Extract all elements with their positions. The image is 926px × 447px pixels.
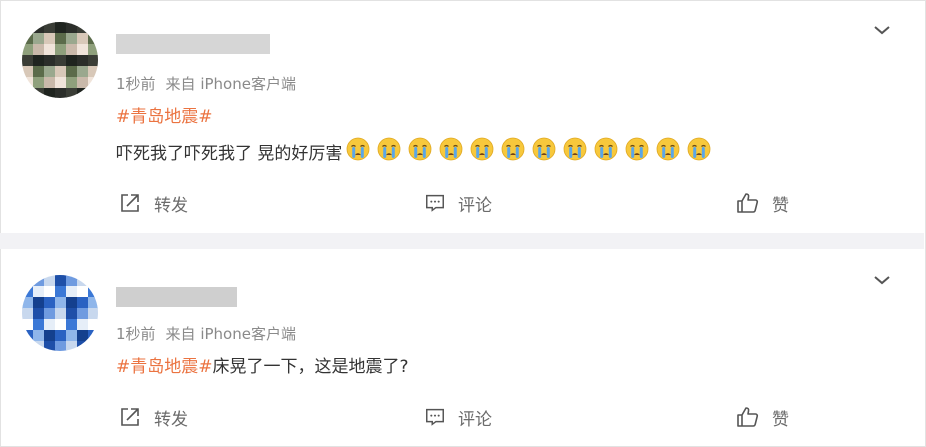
username-pixelated[interactable] xyxy=(116,287,237,307)
post-separator xyxy=(0,233,924,249)
forward-label: 转发 xyxy=(154,409,188,430)
post-time[interactable]: 1秒前 xyxy=(116,75,156,93)
post-text: 吓死我了吓死我了 晃的好厉害 xyxy=(116,144,343,164)
like-button[interactable]: 赞 xyxy=(736,402,789,432)
comment-label: 评论 xyxy=(458,195,492,216)
weibo-post: 1秒前 来自 iPhone客户端 #青岛地震# 吓死我了吓死我了 晃的好厉害 转发… xyxy=(0,0,924,233)
crying-face-icon xyxy=(408,137,432,161)
like-label: 赞 xyxy=(772,195,789,216)
hashtag-link[interactable]: #青岛地震# xyxy=(116,102,213,127)
forward-button[interactable]: 转发 xyxy=(118,402,188,432)
post-content: #青岛地震# 床晃了一下，这是地震了? xyxy=(116,352,409,377)
comment-button[interactable]: 评论 xyxy=(424,188,492,218)
post-source: 来自 iPhone客户端 xyxy=(165,75,296,93)
crying-face-icon xyxy=(625,137,649,161)
crying-face-icon xyxy=(532,137,556,161)
chevron-down-icon[interactable] xyxy=(872,20,892,40)
crying-face-icon xyxy=(377,137,401,161)
crying-face-icon xyxy=(439,137,463,161)
crying-face-icon xyxy=(470,137,494,161)
forward-button[interactable]: 转发 xyxy=(118,188,188,218)
username-pixelated[interactable] xyxy=(116,34,270,54)
crying-face-icon xyxy=(687,137,711,161)
avatar[interactable] xyxy=(22,22,98,98)
avatar[interactable] xyxy=(22,275,98,351)
post-meta: 1秒前 来自 iPhone客户端 xyxy=(116,73,296,94)
share-icon xyxy=(121,194,139,212)
post-text: 床晃了一下，这是地震了? xyxy=(212,357,409,377)
comment-icon xyxy=(426,408,444,426)
hashtag-link[interactable]: #青岛地震# xyxy=(116,352,213,377)
post-source: 来自 iPhone客户端 xyxy=(165,325,296,343)
forward-label: 转发 xyxy=(154,195,188,216)
chevron-down-icon[interactable] xyxy=(872,270,892,290)
post-meta: 1秒前 来自 iPhone客户端 xyxy=(116,323,296,344)
weibo-post: 1秒前 来自 iPhone客户端 #青岛地震# 床晃了一下，这是地震了? 转发 评论… xyxy=(0,249,924,445)
like-label: 赞 xyxy=(772,409,789,430)
post-content: 吓死我了吓死我了 晃的好厉害 xyxy=(116,137,718,166)
share-icon xyxy=(121,408,139,426)
crying-face-icon xyxy=(656,137,680,161)
comment-label: 评论 xyxy=(458,409,492,430)
thumbs-up-icon xyxy=(737,407,759,427)
emoji-row xyxy=(346,137,718,166)
comment-button[interactable]: 评论 xyxy=(424,402,492,432)
crying-face-icon xyxy=(501,137,525,161)
post-time[interactable]: 1秒前 xyxy=(116,325,156,343)
action-bar: 转发 评论 赞 xyxy=(0,402,924,432)
crying-face-icon xyxy=(346,137,370,161)
crying-face-icon xyxy=(594,137,618,161)
crying-face-icon xyxy=(563,137,587,161)
action-bar: 转发 评论 赞 xyxy=(0,188,924,218)
comment-icon xyxy=(426,194,444,212)
like-button[interactable]: 赞 xyxy=(736,188,789,218)
thumbs-up-icon xyxy=(737,193,759,213)
